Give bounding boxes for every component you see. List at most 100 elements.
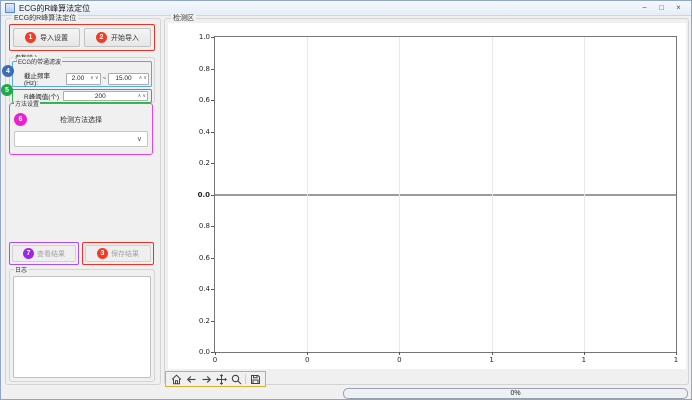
cutoff-high-value: 15.00: [109, 75, 137, 82]
close-button[interactable]: ×: [670, 1, 687, 15]
window-title: ECG的R峰算法定位: [19, 3, 90, 14]
home-icon[interactable]: [170, 373, 182, 385]
badge-3: 3: [97, 248, 108, 259]
range-separator: ~: [103, 75, 107, 82]
subplot-divider: [215, 194, 676, 196]
y-tick-label: 0.4: [199, 285, 210, 293]
y-tick-label: 0.6: [199, 254, 210, 262]
log-group: 日志: [9, 269, 155, 382]
x-tick-label: 1: [489, 356, 493, 364]
x-tick-mark: [584, 352, 585, 355]
y-tick-mark: [211, 69, 214, 70]
threshold-value: 200: [64, 93, 137, 100]
bandpass-group-title: ECG的带通滤波: [17, 57, 62, 66]
y-tick-mark: [211, 289, 214, 290]
left-panel-title: ECG的R峰算法定位: [12, 13, 78, 23]
detection-panel-title: 检测区: [171, 13, 196, 23]
view-results-button[interactable]: 7 查看结果: [12, 245, 76, 262]
y-tick-mark: [211, 226, 214, 227]
bandpass-group: ECG的带通滤波 截止频率(Hz): 2.00 ∧∨ ~ 15.00 ∧∨: [12, 61, 152, 87]
y-tick-label: 0.6: [199, 96, 210, 104]
zoom-icon[interactable]: [230, 373, 242, 385]
y-tick-mark: [211, 321, 214, 322]
badge-1: 1: [25, 32, 36, 43]
import-annotation-box: 1 导入设置 2 开始导入: [9, 24, 155, 51]
spin-up-icon[interactable]: ∧: [139, 76, 143, 81]
progress-bar: 0%: [343, 388, 688, 399]
method-select-combobox[interactable]: ∨: [14, 131, 148, 147]
import-settings-button[interactable]: 1 导入设置: [13, 28, 80, 47]
left-panel: ECG的R峰算法定位 1 导入设置 2 开始导入 参数输入 ECG的带通滤波 截…: [5, 18, 161, 385]
cutoff-high-spinbox[interactable]: 15.00 ∧∨: [108, 73, 149, 85]
y-tick-mark: [211, 195, 214, 196]
x-tick-label: 0: [305, 356, 309, 364]
method-select-label: 检测方法选择: [10, 115, 152, 125]
back-icon[interactable]: [185, 373, 197, 385]
save-results-label: 保存结果: [111, 249, 139, 259]
badge-2: 2: [96, 32, 107, 43]
progress-text: 0%: [510, 390, 520, 397]
y-tick-mark: [211, 163, 214, 164]
y-tick-label: 0.4: [199, 128, 210, 136]
gridline-vertical: [584, 37, 585, 352]
x-tick-mark: [399, 352, 400, 355]
x-tick-mark: [676, 352, 677, 355]
spin-up-icon[interactable]: ∧: [138, 94, 142, 99]
x-tick-mark: [307, 352, 308, 355]
y-tick-mark: [211, 37, 214, 38]
x-tick-label: 1: [674, 356, 678, 364]
y-tick-label: 0.8: [199, 65, 210, 73]
save-icon[interactable]: [249, 373, 261, 385]
pan-icon[interactable]: [215, 373, 227, 385]
log-group-title: 日志: [14, 265, 28, 274]
x-tick-label: 1: [582, 356, 586, 364]
save-results-button[interactable]: 3 保存结果: [85, 245, 151, 262]
spin-up-icon[interactable]: ∧: [90, 76, 94, 81]
start-import-label: 开始导入: [111, 33, 139, 43]
detection-panel: 检测区 0001111.00.80.60.40.20.00.80.60.40.2…: [164, 18, 689, 385]
y-tick-mark: [211, 352, 214, 353]
y-tick-label: 1.0: [199, 33, 210, 41]
badge-5: 5: [1, 84, 13, 96]
gridline-vertical: [492, 37, 493, 352]
app-icon: [5, 3, 15, 13]
x-tick-mark: [215, 352, 216, 355]
spin-down-icon[interactable]: ∨: [143, 76, 147, 81]
badge-6: 6: [14, 113, 27, 126]
plot-toolbar: [165, 371, 266, 387]
cutoff-low-value: 2.00: [67, 75, 89, 82]
y-tick-label: 0.2: [199, 317, 210, 325]
spin-down-icon[interactable]: ∨: [95, 76, 99, 81]
app-window: ECG的R峰算法定位 − □ × ECG的R峰算法定位 1 导入设置 2 开始导…: [0, 0, 692, 400]
import-settings-label: 导入设置: [40, 33, 68, 43]
y-tick-mark: [211, 100, 214, 101]
chevron-down-icon: ∨: [137, 135, 142, 143]
x-tick-mark: [492, 352, 493, 355]
y-tick-label: 0.0: [199, 348, 210, 356]
start-import-button[interactable]: 2 开始导入: [84, 28, 151, 47]
gridline-vertical: [307, 37, 308, 352]
plot-canvas[interactable]: 0001111.00.80.60.40.20.00.80.60.40.20.0: [168, 23, 686, 369]
threshold-spinbox[interactable]: 200 ∧∨: [63, 91, 148, 101]
x-tick-label: 0: [213, 356, 217, 364]
spin-down-icon[interactable]: ∨: [142, 94, 146, 99]
save-results-annotation-box: 3 保存结果: [82, 242, 154, 265]
view-results-label: 查看结果: [37, 249, 65, 259]
cutoff-frequency-label: 截止频率(Hz):: [24, 70, 64, 87]
maximize-button[interactable]: □: [653, 1, 670, 15]
method-group-title: 方法设置: [14, 99, 40, 108]
log-textarea[interactable]: [13, 276, 151, 378]
y-tick-label: 0.8: [199, 222, 210, 230]
y-tick-mark: [211, 132, 214, 133]
forward-icon[interactable]: [200, 373, 212, 385]
cutoff-low-spinbox[interactable]: 2.00 ∧∨: [66, 73, 101, 85]
badge-4: 4: [2, 65, 14, 77]
plot-frame: 0001111.00.80.60.40.20.00.80.60.40.20.0: [214, 36, 677, 353]
params-group: 参数输入 ECG的带通滤波 截止频率(Hz): 2.00 ∧∨ ~ 15.00 …: [9, 57, 155, 103]
minimize-button[interactable]: −: [636, 1, 653, 15]
toolbar-separator: [245, 374, 246, 384]
y-tick-label: 0.0: [198, 191, 210, 199]
y-tick-mark: [211, 258, 214, 259]
x-tick-label: 0: [397, 356, 401, 364]
title-bar: ECG的R峰算法定位 − □ ×: [1, 1, 691, 16]
